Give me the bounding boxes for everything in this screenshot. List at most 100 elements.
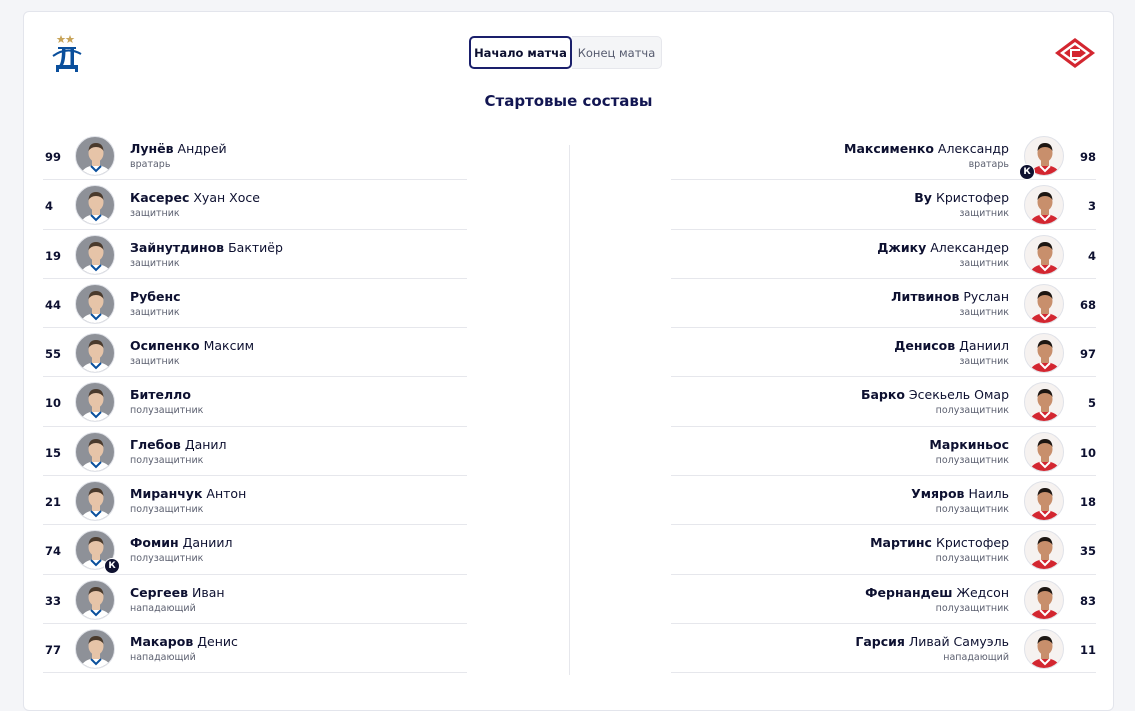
player-last-name: Литвинов <box>891 288 960 304</box>
player-photo[interactable] <box>1024 283 1064 324</box>
player-last-name: Денисов <box>894 338 956 354</box>
player-number: 55 <box>45 347 62 362</box>
player-position: полузащитник <box>935 454 1009 466</box>
player-row[interactable]: 99 Лунёв Андрей вратарь <box>43 131 467 181</box>
player-row[interactable]: 15 Глебов Данил полузащитник <box>43 427 467 477</box>
player-first-name: Антон <box>206 486 247 502</box>
player-row[interactable]: 10 Маркиньос полузащитник <box>671 427 1096 477</box>
player-position: нападающий <box>130 651 196 663</box>
player-name[interactable]: Джику Александер <box>877 240 1009 255</box>
player-first-name: Максим <box>203 338 255 354</box>
player-name[interactable]: Макаров Денис <box>130 634 238 649</box>
player-position: полузащитник <box>935 602 1009 614</box>
player-name[interactable]: Миранчук Антон <box>130 486 246 501</box>
player-name[interactable]: Ву Кристофер <box>914 190 1009 205</box>
player-position: полузащитник <box>130 553 204 565</box>
player-name[interactable]: Гарсия Ливай Самуэль <box>855 634 1009 649</box>
player-photo[interactable] <box>1024 628 1064 669</box>
player-name[interactable]: Максименко Александр <box>844 141 1009 156</box>
player-row[interactable]: 97 Денисов Даниил защитник <box>671 328 1096 378</box>
player-name[interactable]: Литвинов Руслан <box>891 289 1009 304</box>
player-number: 35 <box>1079 544 1096 559</box>
player-name[interactable]: Умяров Наиль <box>911 486 1009 501</box>
player-name[interactable]: Глебов Данил <box>130 437 227 452</box>
player-row[interactable]: 10 Бителло полузащитник <box>43 377 467 427</box>
player-photo[interactable] <box>1024 431 1064 472</box>
player-number: 98 <box>1079 150 1096 164</box>
player-position: нападающий <box>943 651 1009 663</box>
player-name[interactable]: Рубенс <box>130 289 181 304</box>
player-name[interactable]: Фернандеш Жедсон <box>865 585 1009 600</box>
player-name[interactable]: Бителло <box>130 387 191 402</box>
player-row[interactable]: 55 Осипенко Максим защитник <box>43 328 467 378</box>
player-photo[interactable] <box>1024 481 1064 522</box>
player-photo[interactable] <box>1024 530 1064 571</box>
player-row[interactable]: 4 Джику Александер защитник <box>671 230 1096 279</box>
player-position: нападающий <box>130 602 196 614</box>
spartak-logo[interactable] <box>1053 36 1097 74</box>
player-last-name: Бителло <box>130 387 191 403</box>
player-name[interactable]: Зайнутдинов Бактиёр <box>130 240 283 255</box>
player-row[interactable]: 5 Барко Эсекьель Омар полузащитник <box>671 377 1096 427</box>
player-photo[interactable] <box>1024 333 1064 374</box>
player-photo[interactable] <box>1024 579 1064 620</box>
player-photo[interactable] <box>75 185 115 226</box>
player-photo[interactable] <box>75 579 115 620</box>
player-first-name: Александр <box>937 141 1009 156</box>
player-photo[interactable] <box>75 431 115 472</box>
player-photo[interactable] <box>75 136 115 176</box>
player-row[interactable]: 44 Рубенс защитник <box>43 279 467 329</box>
player-photo[interactable] <box>75 234 115 275</box>
player-last-name: Максименко <box>844 141 934 156</box>
player-row[interactable]: 83 Фернандеш Жедсон полузащитник <box>671 575 1096 624</box>
player-first-name: Денис <box>197 633 238 649</box>
player-name[interactable]: Лунёв Андрей <box>130 141 227 156</box>
player-row[interactable]: 74 К Фомин Даниил полузащитник <box>43 525 467 575</box>
player-photo[interactable] <box>75 333 115 374</box>
tab-match-start[interactable]: Начало матча <box>469 36 572 69</box>
player-row[interactable]: 21 Миранчук Антон полузащитник <box>43 476 467 526</box>
player-position: защитник <box>959 306 1009 318</box>
tab-match-end[interactable]: Конец матча <box>572 36 662 69</box>
player-row[interactable]: 19 Зайнутдинов Бактиёр защитник <box>43 230 467 279</box>
player-last-name: Маркиньос <box>929 436 1009 452</box>
player-photo[interactable] <box>75 283 115 324</box>
player-number: 97 <box>1079 347 1096 362</box>
player-name[interactable]: Денисов Даниил <box>894 338 1009 353</box>
player-first-name: Руслан <box>963 288 1009 304</box>
player-name[interactable]: Маркиньос <box>929 437 1009 452</box>
player-row[interactable]: 33 Сергеев Иван нападающий <box>43 575 467 624</box>
player-number: 10 <box>45 396 62 411</box>
player-photo[interactable] <box>75 628 115 669</box>
player-name[interactable]: Фомин Даниил <box>130 535 232 550</box>
player-photo[interactable] <box>75 481 115 522</box>
player-position: полузащитник <box>935 405 1009 417</box>
column-divider <box>569 145 570 675</box>
player-photo[interactable] <box>1024 234 1064 275</box>
player-position: защитник <box>130 356 180 368</box>
player-row[interactable]: 4 Касерес Хуан Хосе защитник <box>43 180 467 230</box>
player-photo[interactable] <box>1024 185 1064 226</box>
player-row[interactable]: 11 Гарсия Ливай Самуэль нападающий <box>671 624 1096 674</box>
player-name[interactable]: Сергеев Иван <box>130 585 225 600</box>
player-row[interactable]: 18 Умяров Наиль полузащитник <box>671 476 1096 526</box>
player-row[interactable]: 3 Ву Кристофер защитник <box>671 180 1096 230</box>
dynamo-logo[interactable] <box>50 34 84 80</box>
player-name[interactable]: Касерес Хуан Хосе <box>130 190 260 205</box>
player-number: 33 <box>45 593 62 608</box>
player-name[interactable]: Барко Эсекьель Омар <box>861 387 1009 402</box>
player-row[interactable]: 77 Макаров Денис нападающий <box>43 624 467 674</box>
player-row[interactable]: 98 К Максименко Александр вратарь <box>671 131 1096 181</box>
player-last-name: Зайнутдинов <box>130 239 225 255</box>
player-number: 15 <box>45 445 62 460</box>
player-position: полузащитник <box>130 504 204 516</box>
player-row[interactable]: 68 Литвинов Руслан защитник <box>671 279 1096 329</box>
player-first-name: Эсекьель Омар <box>908 387 1009 403</box>
player-photo[interactable] <box>75 382 115 423</box>
player-row[interactable]: 35 Мартинс Кристофер полузащитник <box>671 525 1096 575</box>
player-name[interactable]: Мартинс Кристофер <box>870 535 1009 550</box>
player-last-name: Ву <box>914 190 932 206</box>
player-first-name: Кристофер <box>935 190 1009 206</box>
player-name[interactable]: Осипенко Максим <box>130 338 254 353</box>
player-photo[interactable] <box>1024 382 1064 423</box>
